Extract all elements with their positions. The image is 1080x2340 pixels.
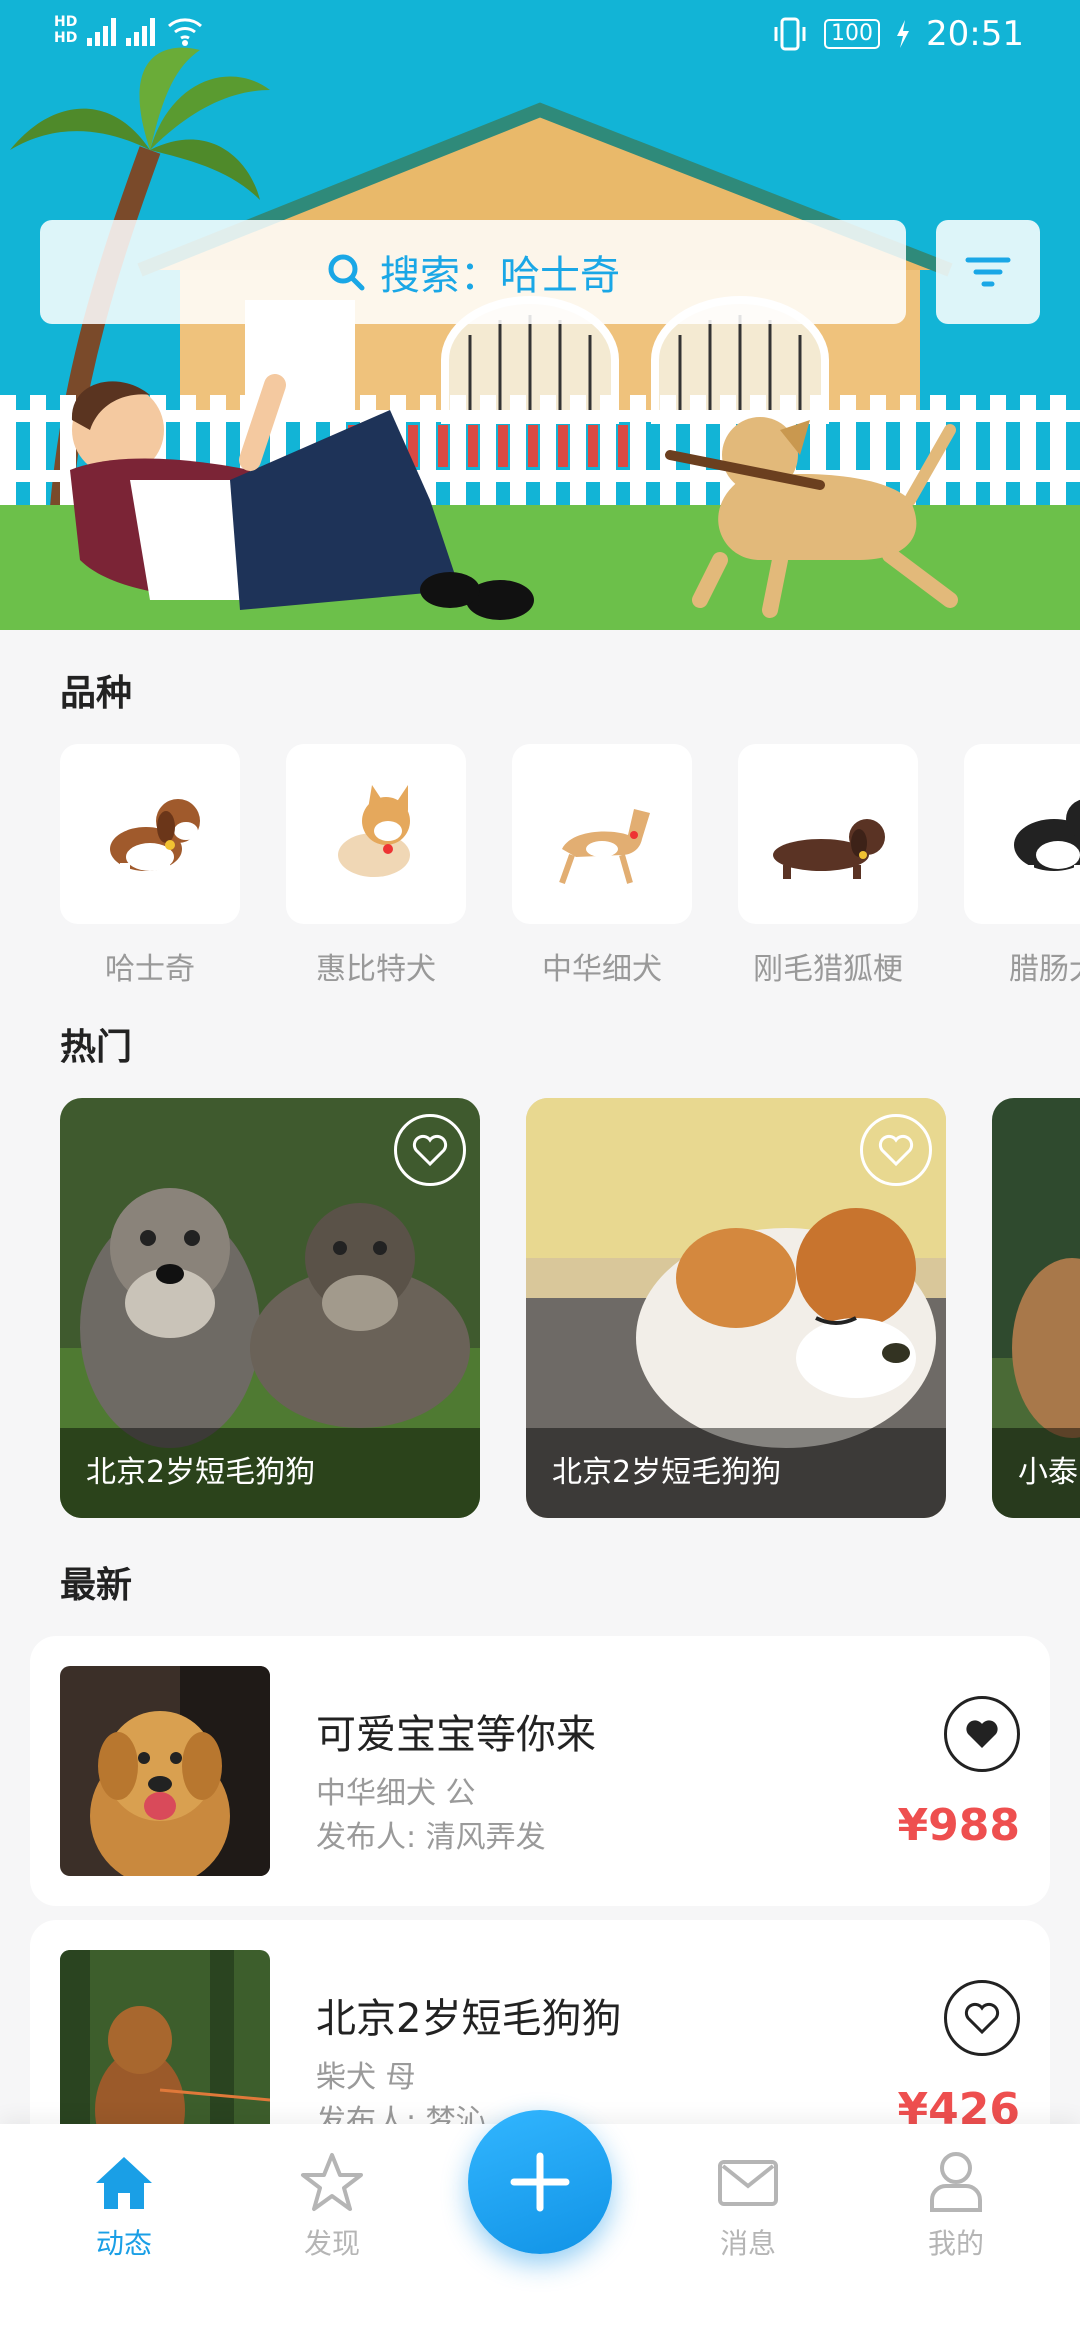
status-bar: HD HD 100 20:51 <box>0 0 1080 72</box>
nav-tab-label: 我的 <box>927 2227 984 2260</box>
plus-icon <box>510 2152 570 2212</box>
nav-tab-label: 动态 <box>95 2227 152 2260</box>
signal-icon <box>126 14 156 46</box>
breed-label: 中华细犬 <box>542 952 662 984</box>
greyhound-icon <box>559 809 650 885</box>
signal-icon <box>87 14 117 46</box>
breed-item[interactable]: 惠比特犬 <box>286 744 466 984</box>
section-title-hot: 热门 <box>60 1027 133 1068</box>
nav-tab-label: 发现 <box>303 2227 360 2260</box>
star-icon <box>301 2153 363 2211</box>
favorite-button[interactable] <box>860 1114 932 1186</box>
hot-card[interactable]: 小泰 <box>992 1098 1080 1518</box>
nav-tab-feed[interactable]: 动态 <box>44 2146 204 2262</box>
breed-item[interactable]: 刚毛猎狐梗 <box>738 744 918 984</box>
like-button[interactable] <box>944 1696 1020 1772</box>
breed-label: 惠比特犬 <box>316 952 436 984</box>
heart-outline-icon <box>878 1134 914 1166</box>
listing-title: 北京2岁短毛狗狗 <box>316 1996 622 2042</box>
filter-icon <box>965 257 1011 287</box>
breed-label: 哈士奇 <box>105 952 195 984</box>
breed-list[interactable]: 哈士奇 惠比特犬 中华细犬 刚毛猎狐梗 腊肠犬 <box>60 744 1080 984</box>
heart-filled-icon <box>966 1720 998 1748</box>
hd-indicator: HD HD <box>54 14 78 46</box>
mail-icon <box>718 2160 778 2206</box>
filter-button[interactable] <box>936 220 1040 324</box>
breed-label: 刚毛猎狐梗 <box>753 952 903 984</box>
breed-item[interactable]: 腊肠犬 <box>964 744 1080 984</box>
publish-button[interactable] <box>468 2110 612 2254</box>
listing-title: 可爱宝宝等你来 <box>316 1712 596 1758</box>
hot-card-caption: 小泰 <box>992 1428 1080 1518</box>
charging-icon <box>897 20 910 48</box>
hot-card[interactable]: 北京2岁短毛狗狗 <box>60 1098 480 1518</box>
section-title-breeds: 品种 <box>60 673 133 714</box>
listing-meta: 中华细犬 公 <box>316 1776 476 1811</box>
corgi-icon <box>338 785 410 877</box>
hot-list[interactable]: 北京2岁短毛狗狗 北京2岁短毛狗狗 小泰 <box>60 1098 1080 1518</box>
favorite-button[interactable] <box>394 1114 466 1186</box>
hero-banner: HD HD 100 20:51 搜索：哈士奇 <box>0 0 1080 630</box>
hot-card[interactable]: 北京2岁短毛狗狗 <box>526 1098 946 1518</box>
listing-meta: 柴犬 母 <box>316 2060 416 2095</box>
hot-card-caption: 北京2岁短毛狗狗 <box>60 1428 480 1518</box>
heart-outline-icon <box>964 2002 1000 2034</box>
hot-card-caption: 北京2岁短毛狗狗 <box>526 1428 946 1518</box>
listing-photo <box>60 1666 270 1876</box>
heart-outline-icon <box>412 1134 448 1166</box>
clock: 20:51 <box>926 14 1024 54</box>
nav-tab-messages[interactable]: 消息 <box>668 2146 828 2262</box>
breed-label: 腊肠犬 <box>1009 952 1080 984</box>
search-bar[interactable]: 搜索：哈士奇 <box>40 220 906 324</box>
like-button[interactable] <box>944 1980 1020 2056</box>
listing-publisher: 发布人: 清风弄发 <box>316 1820 546 1855</box>
nav-tab-discover[interactable]: 发现 <box>252 2146 412 2262</box>
collie-icon <box>1014 799 1080 883</box>
home-icon <box>96 2157 152 2209</box>
user-icon <box>930 2152 982 2212</box>
wifi-icon <box>168 18 203 46</box>
nav-tab-label: 消息 <box>719 2227 776 2260</box>
nav-tab-me[interactable]: 我的 <box>876 2146 1036 2262</box>
section-title-latest: 最新 <box>60 1565 133 1606</box>
search-icon <box>328 254 365 291</box>
dachshund-icon <box>773 819 885 879</box>
vibrate-icon <box>774 17 806 51</box>
listing-price: ¥988 <box>897 1800 1020 1851</box>
breed-item[interactable]: 中华细犬 <box>512 744 692 984</box>
listing-card[interactable]: 可爱宝宝等你来 中华细犬 公 发布人: 清风弄发 ¥988 <box>30 1636 1050 1906</box>
breed-item[interactable]: 哈士奇 <box>60 744 240 984</box>
beagle-icon <box>110 799 200 885</box>
search-text: 搜索：哈士奇 <box>380 253 620 299</box>
battery-indicator: 100 <box>824 19 881 49</box>
